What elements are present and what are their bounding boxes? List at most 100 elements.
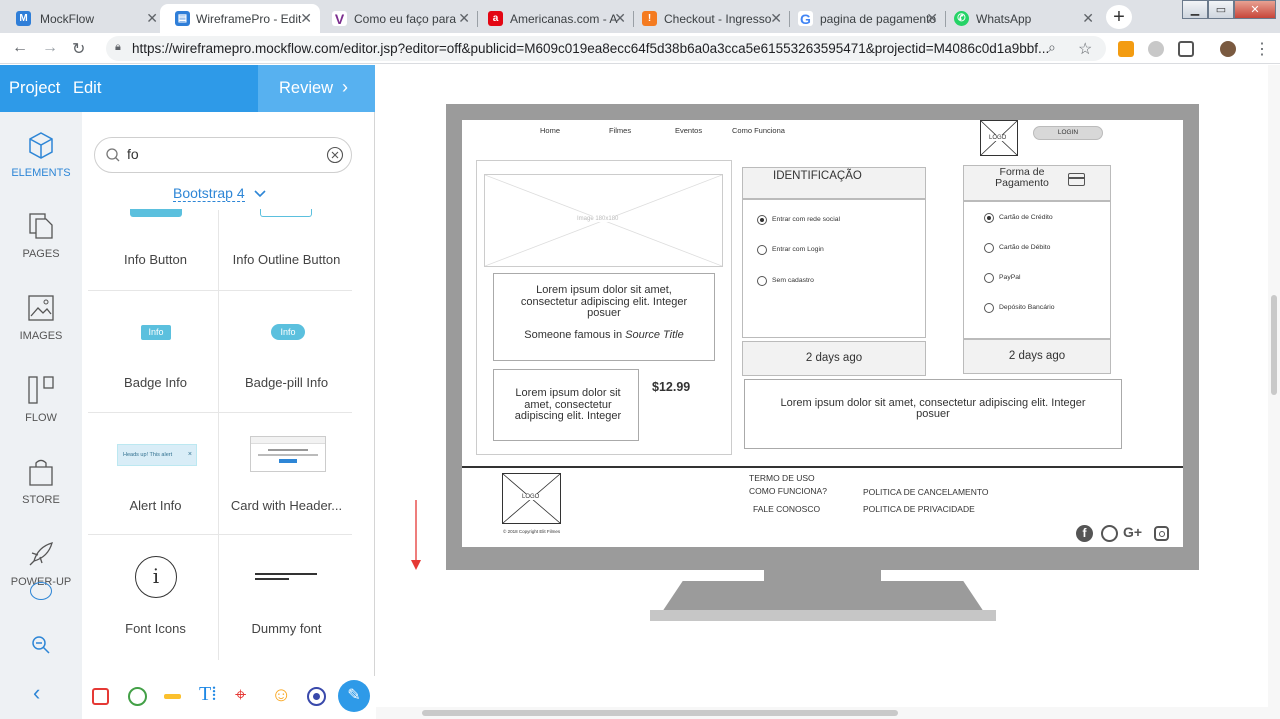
wf-radio-selected[interactable] bbox=[757, 215, 767, 225]
wf-radio-selected[interactable] bbox=[984, 213, 994, 223]
wf-radio[interactable] bbox=[757, 276, 767, 286]
wf-footer-link[interactable]: POLITICA DE PRIVACIDADE bbox=[863, 504, 975, 514]
close-tab-icon[interactable]: ✕ bbox=[1082, 10, 1094, 27]
wf-nav-eventos[interactable]: Eventos bbox=[675, 126, 702, 135]
wf-pagamento-header: Forma de Pagamento bbox=[963, 165, 1111, 201]
address-bar: ← → ↻ 🔒︎ https://wireframepro.mockflow.c… bbox=[0, 33, 1280, 64]
component-badge-info[interactable]: Info Badge Info bbox=[90, 285, 221, 408]
wf-identificacao-title: IDENTIFICAÇÃO bbox=[773, 170, 862, 182]
collapse-panel-icon[interactable]: ‹ bbox=[33, 680, 40, 706]
facebook-icon[interactable]: f bbox=[1076, 525, 1093, 542]
v-icon: V bbox=[332, 11, 347, 27]
close-tab-icon[interactable]: ✕ bbox=[926, 10, 938, 27]
review-button[interactable]: Review › bbox=[258, 65, 375, 112]
skype-icon[interactable] bbox=[1148, 41, 1164, 57]
wireframe-screen[interactable]: Home Filmes Eventos Como Funciona LOGO L… bbox=[462, 120, 1183, 547]
wf-radio[interactable] bbox=[984, 243, 994, 253]
chat-icon[interactable] bbox=[30, 582, 52, 600]
wf-footer-link[interactable]: TERMO DE USO bbox=[749, 473, 815, 483]
red-arrow-down-icon[interactable] bbox=[410, 500, 422, 572]
new-tab-button[interactable]: + bbox=[1106, 5, 1132, 29]
instagram-icon[interactable] bbox=[1154, 526, 1169, 541]
search-input[interactable] bbox=[127, 146, 307, 162]
wf-nav-filmes[interactable]: Filmes bbox=[609, 126, 631, 135]
avatar[interactable] bbox=[1220, 41, 1236, 57]
whatsapp-icon: ✆ bbox=[954, 11, 969, 26]
wf-radio[interactable] bbox=[984, 303, 994, 313]
circle-tool-icon[interactable] bbox=[128, 687, 147, 706]
browser-tab-active[interactable]: ▤ WireframePro - Edit ✕ bbox=[160, 4, 320, 33]
browser-tab[interactable]: M MockFlow ✕ bbox=[0, 4, 166, 33]
component-info-button[interactable]: Info Button bbox=[90, 162, 221, 285]
project-menu[interactable]: Project bbox=[9, 79, 60, 98]
nav-pages[interactable]: PAGES bbox=[0, 211, 82, 260]
more-menu-icon[interactable]: ⋮ bbox=[1254, 39, 1270, 59]
zoom-icon[interactable]: ⌕ bbox=[1048, 39, 1056, 56]
wf-nav-home[interactable]: Home bbox=[540, 126, 560, 135]
editor-canvas[interactable]: Home Filmes Eventos Como Funciona LOGO L… bbox=[376, 65, 1268, 719]
browser-tab[interactable]: ✆ WhatsApp ✕ bbox=[946, 4, 1102, 33]
vertical-scroll-thumb[interactable] bbox=[1271, 295, 1277, 395]
nav-store[interactable]: STORE bbox=[0, 457, 82, 506]
wf-quote-footer: Someone famous in Source Title bbox=[494, 329, 714, 341]
google-plus-icon[interactable]: G+ bbox=[1123, 524, 1142, 540]
component-card-with-header[interactable]: Card with Header... bbox=[221, 408, 352, 531]
back-arrow-icon[interactable]: ← bbox=[12, 39, 28, 57]
reload-icon[interactable]: ↻ bbox=[72, 39, 85, 59]
marker-tool-icon[interactable] bbox=[307, 687, 326, 706]
wf-footer-logo[interactable]: LOGO bbox=[502, 473, 561, 524]
tab-title: WhatsApp bbox=[976, 11, 1032, 26]
forward-arrow-icon[interactable]: → bbox=[42, 39, 58, 57]
close-tab-icon[interactable]: ✕ bbox=[300, 10, 312, 27]
browser-tab[interactable]: a Americanas.com - A ✕ bbox=[478, 4, 634, 33]
browser-tab[interactable]: ! Checkout - Ingresso ✕ bbox=[634, 4, 790, 33]
close-window-button[interactable]: ✕ bbox=[1234, 0, 1276, 19]
vertical-scrollbar[interactable] bbox=[1268, 65, 1280, 719]
edit-menu[interactable]: Edit bbox=[73, 79, 101, 98]
component-font-icons[interactable]: i Font Icons bbox=[90, 531, 221, 654]
close-tab-icon[interactable]: ✕ bbox=[614, 10, 626, 27]
browser-tab[interactable]: V Como eu faço para ✕ bbox=[320, 4, 478, 33]
component-dummy-font[interactable]: Dummy font bbox=[221, 531, 352, 654]
github-icon[interactable] bbox=[1101, 525, 1118, 542]
component-info-outline-button[interactable]: Info Outline Button bbox=[221, 162, 352, 285]
emoji-tool-icon[interactable]: ☺ bbox=[271, 684, 291, 707]
wf-footer-link[interactable]: FALE CONOSCO bbox=[753, 504, 820, 514]
component-label: Info Outline Button bbox=[232, 252, 341, 267]
horizontal-scrollbar[interactable] bbox=[376, 707, 1268, 719]
nav-images[interactable]: IMAGES bbox=[0, 293, 82, 342]
nav-power-up[interactable]: POWER-UP bbox=[0, 539, 82, 588]
component-label: Badge-pill Info bbox=[244, 375, 329, 390]
nav-elements[interactable]: ELEMENTS bbox=[0, 130, 82, 179]
horizontal-scroll-thumb[interactable] bbox=[422, 710, 898, 716]
nav-flow[interactable]: FLOW bbox=[0, 375, 82, 424]
extension-icon[interactable] bbox=[1118, 41, 1134, 57]
wf-nav-como-funciona[interactable]: Como Funciona bbox=[732, 126, 785, 135]
line-tool-icon[interactable] bbox=[164, 694, 181, 699]
maximize-window-button[interactable]: ▭ bbox=[1208, 0, 1234, 19]
close-tab-icon[interactable]: ✕ bbox=[770, 10, 782, 27]
minimize-window-button[interactable]: ▁ bbox=[1182, 0, 1208, 19]
zoom-out-icon[interactable] bbox=[30, 634, 52, 656]
brush-tool-icon[interactable]: ✎ bbox=[338, 680, 370, 712]
wf-radio[interactable] bbox=[984, 273, 994, 283]
browser-tab[interactable]: G pagina de pagamento ✕ bbox=[790, 4, 946, 33]
flow-icon bbox=[28, 376, 54, 404]
cast-icon[interactable] bbox=[1178, 41, 1194, 57]
close-tab-icon[interactable]: ✕ bbox=[458, 10, 470, 27]
google-icon: G bbox=[798, 11, 813, 27]
url-field[interactable]: 🔒︎ https://wireframepro.mockflow.com/edi… bbox=[106, 36, 1106, 61]
wf-logo-placeholder[interactable]: LOGO bbox=[980, 120, 1018, 156]
bookmark-star-icon[interactable]: ☆ bbox=[1078, 39, 1092, 59]
rectangle-tool-icon[interactable] bbox=[92, 688, 109, 705]
wf-logo-text: LOGO bbox=[989, 135, 1007, 141]
wf-footer-link[interactable]: POLITICA DE CANCELAMENTO bbox=[863, 487, 988, 497]
close-tab-icon[interactable]: ✕ bbox=[146, 10, 158, 27]
text-tool-icon[interactable]: T⁞ bbox=[199, 683, 217, 706]
wf-radio[interactable] bbox=[757, 245, 767, 255]
wf-login-button[interactable]: LOGIN bbox=[1033, 126, 1103, 140]
hotspot-tool-icon[interactable]: ⌖ bbox=[235, 684, 246, 707]
wf-footer-link[interactable]: COMO FUNCIONA? bbox=[749, 486, 827, 496]
component-alert-info[interactable]: Heads up! This alert × Alert Info bbox=[90, 408, 221, 531]
component-badge-pill-info[interactable]: Info Badge-pill Info bbox=[221, 285, 352, 408]
